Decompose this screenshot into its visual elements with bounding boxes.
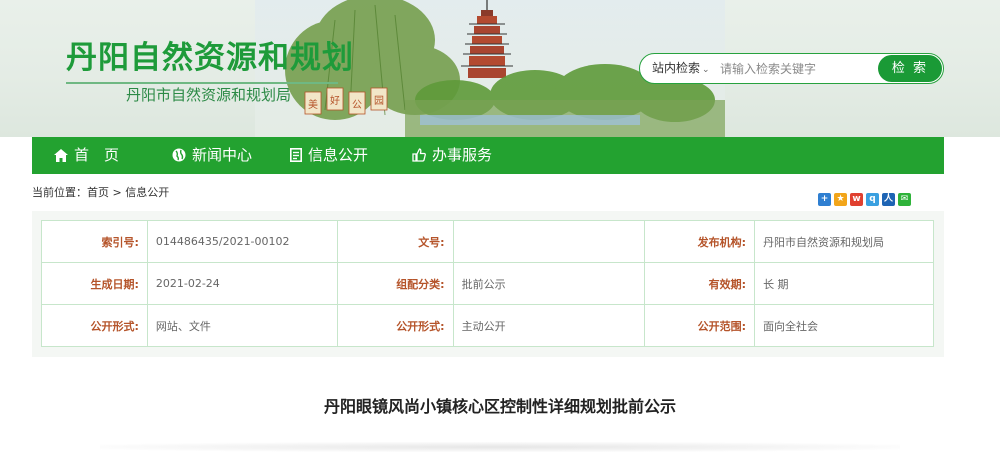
document-meta-table: 索引号: 014486435/2021-00102 文号: 发布机构: 丹阳市自…: [41, 220, 934, 347]
meta-label-category: 组配分类:: [336, 262, 454, 305]
search-scope-select[interactable]: 站内检索 ⌄: [652, 60, 710, 78]
nav-item-info[interactable]: 信息公开: [290, 137, 368, 174]
breadcrumb-home-link[interactable]: 首页: [87, 186, 109, 199]
search-scope-label: 站内检索: [652, 61, 701, 75]
meta-value-category: 批前公示: [452, 262, 646, 305]
nav-item-news[interactable]: 新闻中心: [172, 137, 252, 174]
table-row: 索引号: 014486435/2021-00102 文号: 发布机构: 丹阳市自…: [41, 220, 934, 263]
breadcrumb-current[interactable]: 信息公开: [125, 186, 169, 199]
nav-item-label: 信息公开: [308, 146, 369, 164]
meta-label-disclosure-scope: 公开范围:: [644, 304, 756, 347]
nav-item-label: 办事服务: [432, 146, 493, 164]
meta-value-doc-no: [452, 220, 646, 263]
main-nav: 首 页 新闻中心 信息公开 办事服务: [32, 137, 944, 174]
breadcrumb-prefix: 当前位置：: [32, 186, 87, 199]
meta-value-index-no: 014486435/2021-00102: [146, 220, 338, 263]
content-divider-shadow: [100, 442, 900, 452]
site-title[interactable]: 丹阳自然资源和规划: [66, 38, 354, 78]
meta-value-disclosure-scope: 面向全社会: [754, 304, 934, 347]
nav-item-services[interactable]: 办事服务: [412, 137, 492, 174]
svg-text:园: 园: [374, 95, 384, 107]
nav-item-label: 新闻中心: [192, 146, 253, 164]
table-row: 公开形式: 网站、文件 公开形式: 主动公开 公开范围: 面向全社会: [41, 304, 934, 347]
site-subtitle: 丹阳市自然资源和规划局: [126, 86, 292, 104]
table-row: 生成日期: 2021-02-24 组配分类: 批前公示 有效期: 长 期: [41, 262, 934, 305]
search-box: 站内检索⌄ 检 索: [639, 53, 944, 84]
meta-label-validity: 有效期:: [644, 262, 756, 305]
nav-item-label: 首 页: [74, 146, 120, 164]
qq-icon[interactable]: q: [866, 193, 879, 206]
meta-value-disclosure-form-2: 主动公开: [452, 304, 646, 347]
meta-value-created-date: 2021-02-24: [146, 262, 338, 305]
svg-text:公: 公: [352, 100, 362, 111]
chevron-down-icon: ⌄: [702, 65, 710, 75]
meta-label-disclosure-form: 公开形式:: [41, 304, 148, 347]
breadcrumb: 当前位置：首页 > 信息公开: [32, 186, 169, 200]
renren-icon[interactable]: 人: [882, 193, 895, 206]
nav-item-home[interactable]: 首 页: [54, 137, 119, 174]
share-toolbar: + ★ w q 人 ✉: [818, 186, 914, 206]
search-input[interactable]: [720, 58, 870, 79]
weibo-icon[interactable]: w: [850, 193, 863, 206]
share-add-icon[interactable]: +: [818, 193, 831, 206]
meta-value-publisher: 丹阳市自然资源和规划局: [754, 220, 934, 263]
meta-value-validity: 长 期: [754, 262, 934, 305]
thumbs-up-icon: [412, 148, 426, 162]
meta-label-disclosure-form-2: 公开形式:: [336, 304, 454, 347]
meta-label-doc-no: 文号:: [336, 220, 454, 263]
qzone-icon[interactable]: ★: [834, 193, 847, 206]
globe-icon: [172, 148, 186, 162]
document-icon: [290, 148, 302, 162]
header-banner: 美 好 公 园 丹阳自然资源和规划 丹阳市自然资源和规划局 站内检索⌄ 检 索: [0, 0, 1000, 137]
wechat-icon[interactable]: ✉: [898, 193, 911, 206]
meta-label-publisher: 发布机构:: [644, 220, 756, 263]
svg-text:美: 美: [308, 98, 318, 111]
breadcrumb-separator: >: [109, 186, 126, 199]
search-button[interactable]: 检 索: [878, 55, 942, 82]
meta-value-disclosure-form: 网站、文件: [146, 304, 338, 347]
meta-label-created-date: 生成日期:: [41, 262, 148, 305]
article-title: 丹阳眼镜风尚小镇核心区控制性详细规划批前公示: [323, 397, 676, 416]
meta-label-index-no: 索引号:: [41, 220, 148, 263]
document-meta-panel: 索引号: 014486435/2021-00102 文号: 发布机构: 丹阳市自…: [32, 211, 944, 357]
home-icon: [54, 149, 68, 162]
title-divider: [66, 82, 338, 84]
svg-text:好: 好: [330, 95, 340, 107]
